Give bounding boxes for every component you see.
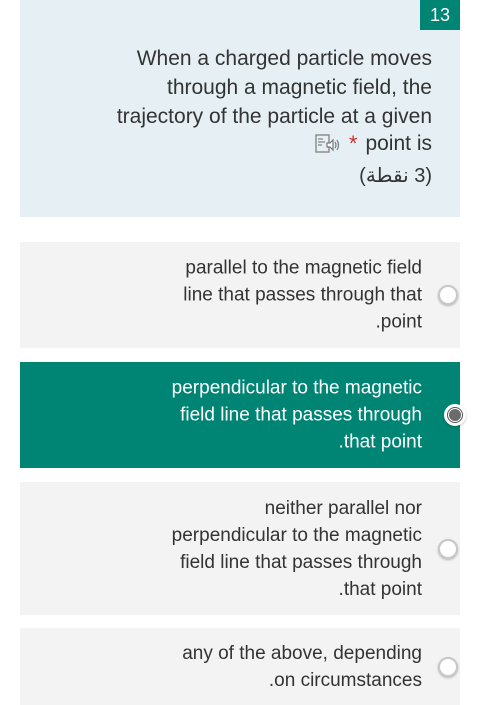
- option-line: .that point: [338, 431, 422, 453]
- question-text: When a charged particle moves through a …: [52, 44, 432, 131]
- option-line: line that passes through that: [183, 284, 422, 306]
- option-line: .point: [375, 311, 422, 333]
- option-1[interactable]: parallel to the magnetic field line that…: [20, 242, 460, 348]
- points-label: (3 نقطة): [359, 165, 432, 187]
- question-last-line: * point is: [315, 132, 432, 156]
- radio-button[interactable]: [438, 285, 458, 305]
- speaker-icon[interactable]: [315, 134, 341, 154]
- required-marker: *: [348, 131, 358, 156]
- option-3[interactable]: neither parallel nor perpendicular to th…: [20, 482, 460, 615]
- question-line: When a charged particle moves: [136, 47, 432, 70]
- option-line: .that point: [338, 578, 422, 600]
- question-line: point is: [365, 132, 432, 155]
- question-line: through a magnetic field, the: [166, 76, 432, 99]
- question-line: trajectory of the particle at a given: [116, 105, 432, 128]
- radio-button[interactable]: [438, 656, 458, 677]
- option-label: perpendicular to the magnetic field line…: [122, 375, 422, 456]
- option-line: neither parallel nor: [264, 497, 422, 519]
- option-line: field line that passes through: [180, 404, 422, 426]
- radio-button-selected[interactable]: [444, 404, 466, 426]
- question-number: 13: [420, 0, 460, 30]
- question-card: 13 When a charged particle moves through…: [20, 0, 460, 217]
- option-line: .on circumstances: [268, 669, 422, 691]
- option-line: parallel to the magnetic field: [185, 257, 422, 279]
- option-label: neither parallel nor perpendicular to th…: [122, 495, 422, 603]
- radio-button[interactable]: [438, 538, 458, 559]
- option-label: parallel to the magnetic field line that…: [122, 255, 422, 336]
- option-line: any of the above, depending: [182, 642, 422, 664]
- option-4[interactable]: any of the above, depending .on circumst…: [20, 628, 460, 705]
- option-label: any of the above, depending .on circumst…: [122, 640, 422, 694]
- option-2[interactable]: perpendicular to the magnetic field line…: [20, 362, 466, 468]
- option-line: perpendicular to the magnetic: [171, 524, 422, 546]
- option-line: perpendicular to the magnetic: [171, 377, 422, 399]
- option-line: field line that passes through: [180, 551, 422, 573]
